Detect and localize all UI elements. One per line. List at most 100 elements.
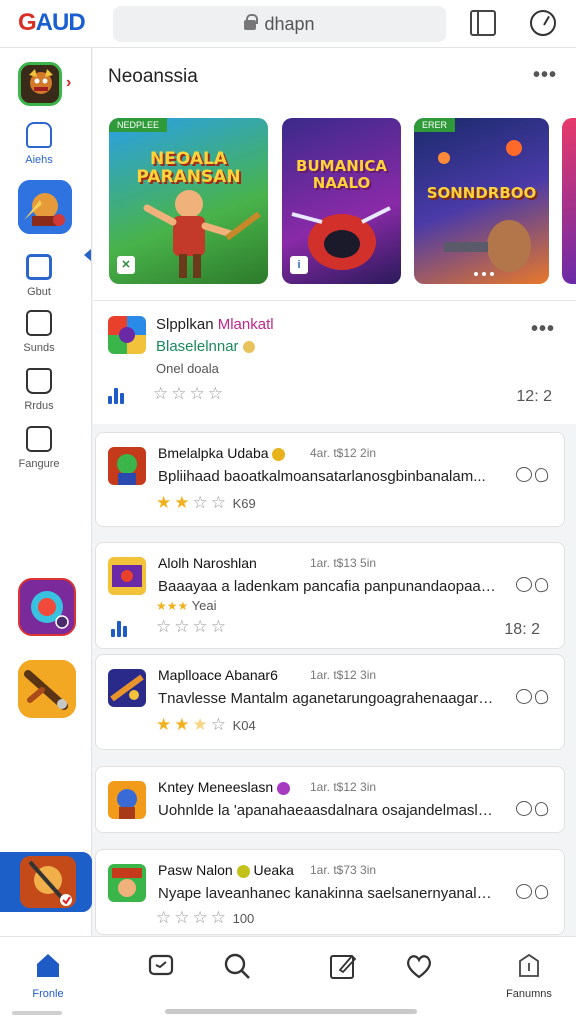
post-card[interactable]: Pasw Nalon Ueaka 1ar. t$73 3in Nyape lav… <box>95 849 565 935</box>
tabs-icon[interactable] <box>470 10 496 36</box>
rating-stars[interactable]: ★★☆☆ <box>156 493 229 512</box>
featured-title: Slpplkan Mlankatl <box>156 316 274 333</box>
nav-chat[interactable] <box>146 951 176 984</box>
banner-badge: i <box>290 256 308 274</box>
lock-box-icon <box>26 122 52 148</box>
warrior-icon <box>18 180 72 234</box>
rating-stars[interactable]: ☆☆☆☆ <box>156 908 229 927</box>
banner-1[interactable]: NEDPLEE NEOALA PARANSAN ✕ <box>109 118 268 284</box>
lock-icon <box>244 14 259 30</box>
post-actions[interactable] <box>516 688 550 707</box>
emoji-icon <box>272 447 286 461</box>
post-author: Maplloace Abanar6 <box>158 667 278 683</box>
nav-favorites[interactable] <box>404 951 434 986</box>
post-author: Alolh Naroshlan <box>158 555 257 571</box>
post-card[interactable]: Kntey Meneeslasn 1ar. t$12 3in Uohnlde l… <box>95 766 565 833</box>
post-footer: ★★☆☆ K69 <box>156 493 256 512</box>
banner-2[interactable]: BUMANICA NAALO i <box>282 118 401 284</box>
post-count: 18: 2 <box>504 621 540 638</box>
sidebar-item-label: Rrdus <box>24 400 54 412</box>
post-time: 1ar. t$12 3in <box>310 668 377 682</box>
heart-icon[interactable] <box>533 883 550 901</box>
post-card[interactable]: Bmelalpka Udaba 4ar. t$12 2in Bpliihaad … <box>95 432 565 527</box>
banner-space-art <box>438 140 531 276</box>
sidebar-item-sunds[interactable]: Sunds <box>0 310 78 354</box>
bag-icon <box>519 953 539 977</box>
post-thumb <box>108 781 146 819</box>
nav-forums[interactable]: Fanumns <box>504 951 554 1000</box>
post-text: Uohnlde la 'apanahaeaasdalnara osajandel… <box>158 802 498 819</box>
history-icon[interactable] <box>530 10 556 36</box>
nav-home[interactable]: Fronle <box>22 951 74 1000</box>
app-logo[interactable]: GAUD <box>18 9 86 37</box>
post-time: 1ar. t$12 3in <box>310 780 377 794</box>
post-actions[interactable] <box>516 576 550 595</box>
rating-stars[interactable]: ★★★☆ <box>156 715 229 734</box>
heart-icon[interactable] <box>533 688 550 706</box>
nav-compose[interactable] <box>328 951 358 986</box>
heart-icon[interactable] <box>533 800 550 818</box>
banner-4-partial[interactable] <box>562 118 576 284</box>
comment-icon[interactable] <box>516 884 532 899</box>
home-icon <box>37 954 59 977</box>
post-actions[interactable] <box>516 883 550 902</box>
gesture-bar[interactable] <box>165 1009 417 1014</box>
game-character-icon <box>21 65 59 103</box>
bar-chart-icon[interactable] <box>108 388 128 404</box>
tag-stars: ★★★ <box>156 599 189 613</box>
sidebar-item-aiehs[interactable]: Aiehs <box>0 122 78 166</box>
sidebar-app-icon-3[interactable] <box>18 578 76 636</box>
more-options-icon[interactable]: ••• <box>533 64 557 87</box>
sidebar-item-label: Sunds <box>23 342 55 354</box>
sidebar-app-icon-4[interactable] <box>18 660 76 718</box>
featured-post[interactable]: Slpplkan Mlankatl Blaselelnnar Onel doal… <box>93 310 576 414</box>
rating-stars[interactable]: ☆☆☆☆ <box>156 617 229 637</box>
comment-icon[interactable] <box>516 801 532 816</box>
search-icon <box>224 953 250 979</box>
sidebar-item-label: Fangure <box>18 458 60 470</box>
post-text: Baaayaa a ladenkam pancafia panpunandaop… <box>158 578 498 595</box>
post-author: Kntey Meneeslasn <box>158 779 291 795</box>
bar-chart-icon[interactable] <box>111 621 131 637</box>
sidebar-app-icon-1[interactable] <box>18 62 62 106</box>
sidebar-app-icon-2[interactable] <box>18 180 72 234</box>
sidebar-item-gbut[interactable]: Gbut <box>0 254 78 298</box>
comment-icon[interactable] <box>516 689 532 704</box>
main-content: Neoanssia ••• NEDPLEE NEOALA PARANSAN ✕ … <box>93 48 576 936</box>
emoji-icon <box>277 781 291 795</box>
nav-label: Fronle <box>32 988 64 1000</box>
edit-box-icon <box>26 426 52 452</box>
post-actions[interactable] <box>516 466 550 485</box>
address-bar[interactable]: dhapn <box>113 6 446 42</box>
sidebar-app-icon-5-selected[interactable] <box>0 852 92 912</box>
emoji-icon <box>242 341 255 354</box>
comment-icon[interactable] <box>516 467 532 482</box>
sidebar-item-rrdus[interactable]: Rrdus <box>0 368 78 412</box>
post-text: Tnavlesse Mantalm aganetarungoagrahenaag… <box>158 690 498 707</box>
featured-panel: Neoanssia ••• NEDPLEE NEOALA PARANSAN ✕ … <box>93 48 576 424</box>
sidebar-item-fangure[interactable]: Fangure <box>0 426 78 470</box>
nav-search[interactable] <box>222 951 252 986</box>
comment-icon[interactable] <box>516 577 532 592</box>
more-options-icon[interactable]: ••• <box>531 318 555 341</box>
gesture-bar-left <box>12 1011 62 1015</box>
heart-icon[interactable] <box>533 466 550 484</box>
sidebar-item-label: Gbut <box>27 286 51 298</box>
burst-game-icon <box>20 580 74 634</box>
post-count: 12: 2 <box>516 388 552 405</box>
post-text: Bpliihaad baoatkalmoansatarlanosgbinbana… <box>158 468 486 485</box>
post-card[interactable]: Alolh Naroshlan 1ar. t$13 5in Baaayaa a … <box>95 542 565 649</box>
post-author: Pasw Nalon Ueaka <box>158 862 294 878</box>
heart-icon[interactable] <box>533 576 550 594</box>
compose-icon <box>330 954 357 979</box>
hero-game-icon <box>0 852 92 912</box>
post-thumb <box>108 557 146 595</box>
post-card[interactable]: Maplloace Abanar6 1ar. t$12 3in Tnavless… <box>95 654 565 750</box>
banner-3[interactable]: ERER SONNDRBOO <box>414 118 549 284</box>
chevron-right-icon[interactable]: › <box>66 74 71 92</box>
post-actions[interactable] <box>516 800 550 819</box>
heart-icon <box>407 955 431 979</box>
sidebar-item-label: Aiehs <box>25 154 53 166</box>
weapon-game-icon <box>18 660 76 718</box>
rating-stars[interactable]: ☆☆☆☆ <box>153 384 226 404</box>
